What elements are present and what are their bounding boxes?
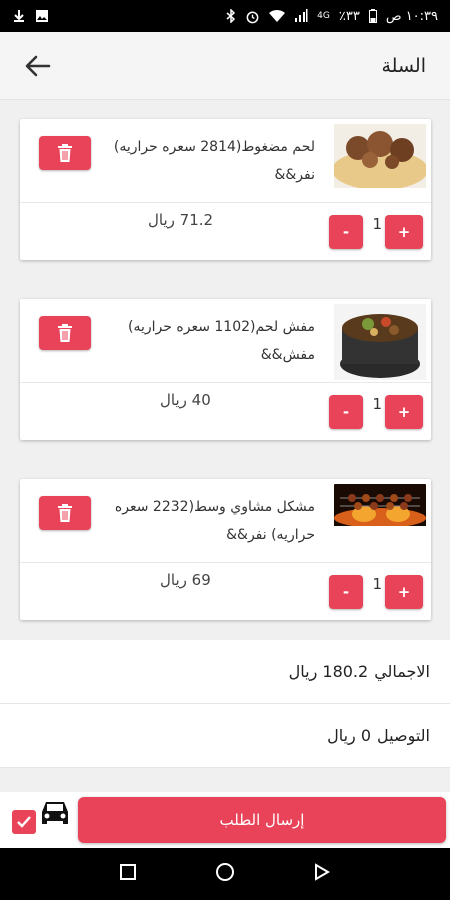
decrease-quantity-button[interactable]: - (329, 395, 363, 429)
item-price: 69 ريال (160, 571, 211, 589)
increase-quantity-button[interactable]: + (385, 575, 423, 609)
trash-icon (58, 324, 72, 342)
decrease-quantity-button[interactable]: - (329, 575, 363, 609)
item-quantity: 1 (372, 575, 382, 593)
food-image-rice-meat (334, 124, 426, 192)
item-price: 71.2 ريال (148, 211, 214, 229)
item-name: مفش لحم(1102 سعره حراريه) مفش&& (128, 319, 315, 363)
food-image-stew-pot (334, 304, 426, 384)
delivery-row: التوصيل 0 ريال (0, 704, 450, 768)
delivery-checkbox[interactable] (12, 810, 36, 834)
cart-item-card: لحم مضغوط(2814 سعره حراريه) نفر&& 71.2 ر… (20, 119, 431, 260)
recents-button[interactable] (119, 863, 137, 885)
cart-item-bottom: 71.2 ريال - 1 + (20, 203, 431, 260)
order-summary: الاجمالي 180.2 ريال التوصيل 0 ريال (0, 640, 450, 768)
delete-button[interactable] (39, 496, 91, 530)
item-name: مشكل مشاوي وسط(2232 سعره حراريه) نفر&& (114, 499, 315, 543)
home-button[interactable] (215, 862, 235, 886)
item-name: لحم مضغوط(2814 سعره حراريه) نفر&& (113, 139, 315, 183)
food-image-grill-skewers (334, 484, 426, 530)
battery-icon (368, 9, 377, 23)
system-nav-bar (0, 848, 450, 900)
item-quantity: 1 (372, 215, 382, 233)
cart-item-top: مفش لحم(1102 سعره حراريه) مفش&& (20, 299, 431, 383)
alarm-icon (245, 9, 260, 24)
decrease-quantity-button[interactable]: - (329, 215, 363, 249)
cart-item-card: مفش لحم(1102 سعره حراريه) مفش&& 40 ريال … (20, 299, 431, 440)
status-icons-right: 4G ٪٣٣ ١٠:٣٩ ص (226, 9, 438, 24)
wifi-icon (269, 9, 286, 23)
app-bar: السلة (0, 32, 450, 100)
image-icon (35, 9, 49, 23)
network-type: 4G (317, 11, 330, 21)
delivery-label: التوصيل (377, 726, 430, 745)
bottom-action-bar: إرسال الطلب (0, 792, 450, 848)
trash-icon (58, 144, 72, 162)
delete-button[interactable] (39, 316, 91, 350)
square-icon (120, 864, 136, 880)
total-row: الاجمالي 180.2 ريال (0, 640, 450, 704)
cart-item-bottom: 40 ريال - 1 + (20, 383, 431, 440)
page-title: السلة (381, 54, 427, 77)
item-quantity: 1 (372, 395, 382, 413)
clock: ١٠:٣٩ ص (385, 8, 438, 24)
delivery-value: 0 ريال (327, 726, 372, 745)
increase-quantity-button[interactable]: + (385, 215, 423, 249)
triangle-icon (315, 863, 330, 881)
car-icon (38, 798, 72, 832)
back-nav-button[interactable] (313, 863, 331, 885)
submit-order-button[interactable]: إرسال الطلب (78, 797, 446, 843)
total-label: الاجمالي (374, 662, 430, 681)
cart-item-top: لحم مضغوط(2814 سعره حراريه) نفر&& (20, 119, 431, 203)
status-bar: 4G ٪٣٣ ١٠:٣٩ ص (0, 0, 450, 32)
increase-quantity-button[interactable]: + (385, 395, 423, 429)
status-icons-left (12, 9, 49, 23)
cart-item-card: مشكل مشاوي وسط(2232 سعره حراريه) نفر&& 6… (20, 479, 431, 620)
checkmark-icon (17, 816, 31, 828)
download-icon (12, 9, 26, 23)
cart-item-top: مشكل مشاوي وسط(2232 سعره حراريه) نفر&& (20, 479, 431, 563)
total-value: 180.2 ريال (288, 662, 369, 681)
back-button[interactable] (24, 52, 52, 80)
signal-icon (294, 9, 308, 23)
circle-icon (216, 863, 234, 881)
delete-button[interactable] (39, 136, 91, 170)
bluetooth-icon (226, 9, 236, 23)
item-price: 40 ريال (160, 391, 211, 409)
arrow-left-icon (25, 55, 51, 76)
cart-item-bottom: 69 ريال - 1 + (20, 563, 431, 620)
battery-percent: ٪٣٣ (338, 8, 360, 24)
trash-icon (58, 504, 72, 522)
